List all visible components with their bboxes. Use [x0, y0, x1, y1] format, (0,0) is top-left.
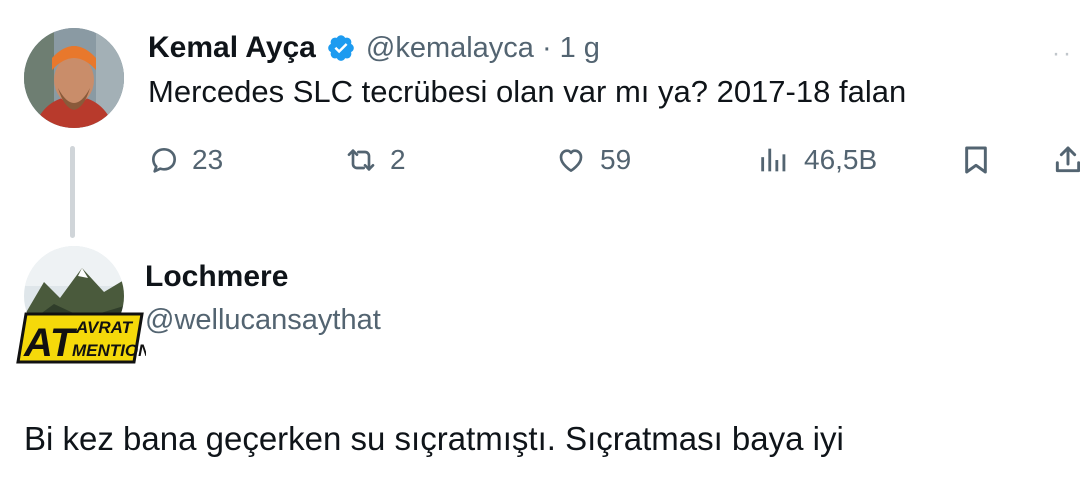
tweet-text: Mercedes SLC tecrübesi olan var mı ya? 2… — [148, 74, 907, 109]
verified-badge-icon — [326, 33, 356, 63]
reply-text: Bi kez bana geçerken su sıçratmıştı. Sıç… — [24, 420, 844, 457]
kemal-avatar[interactable] — [24, 28, 124, 128]
thread-connector — [70, 146, 75, 238]
original-tweet[interactable]: Kemal Ayça @kemalayca · 1 g ·· Mercedes … — [0, 0, 1080, 240]
badge-bottom-text: MENTION — [72, 341, 146, 360]
views-button[interactable]: 46,5B — [756, 138, 877, 182]
views-count: 46,5B — [804, 144, 878, 175]
retweet-button[interactable]: 2 — [344, 138, 406, 182]
reply-count: 23 — [192, 144, 224, 175]
separator: · — [541, 31, 552, 64]
reply-tweet[interactable]: AT AVRAT MENTION Lochmere @wellucansayth… — [0, 240, 1080, 494]
like-count: 59 — [600, 144, 632, 175]
avrat-mention-badge: AT AVRAT MENTION — [14, 308, 151, 366]
reply-icon — [152, 148, 176, 173]
retweet-icon — [347, 149, 375, 171]
reply-button[interactable]: 23 — [148, 138, 223, 182]
retweet-count: 2 — [390, 144, 406, 175]
reply-author-name[interactable]: Lochmere — [145, 260, 288, 294]
tweet-actions: 23 2 59 46,5B — [148, 138, 1080, 182]
badge-big-text: AT — [23, 321, 78, 365]
tweet-header: Kemal Ayça @kemalayca · 1 g — [148, 28, 600, 68]
badge-top-text: AVRAT — [75, 318, 134, 337]
tweet-time[interactable]: 1 g — [560, 32, 600, 65]
share-icon — [1055, 146, 1080, 173]
bookmark-icon — [965, 146, 987, 174]
author-handle[interactable]: @kemalayca — [366, 32, 534, 65]
bookmark-button[interactable] — [960, 138, 992, 182]
author-name[interactable]: Kemal Ayça — [148, 31, 316, 65]
like-icon — [559, 149, 583, 172]
reply-author-handle[interactable]: @wellucansaythat — [145, 304, 381, 337]
more-options-icon[interactable]: ·· — [1052, 40, 1074, 68]
share-button[interactable] — [1052, 138, 1080, 182]
views-icon — [761, 148, 786, 172]
like-button[interactable]: 59 — [554, 138, 631, 182]
